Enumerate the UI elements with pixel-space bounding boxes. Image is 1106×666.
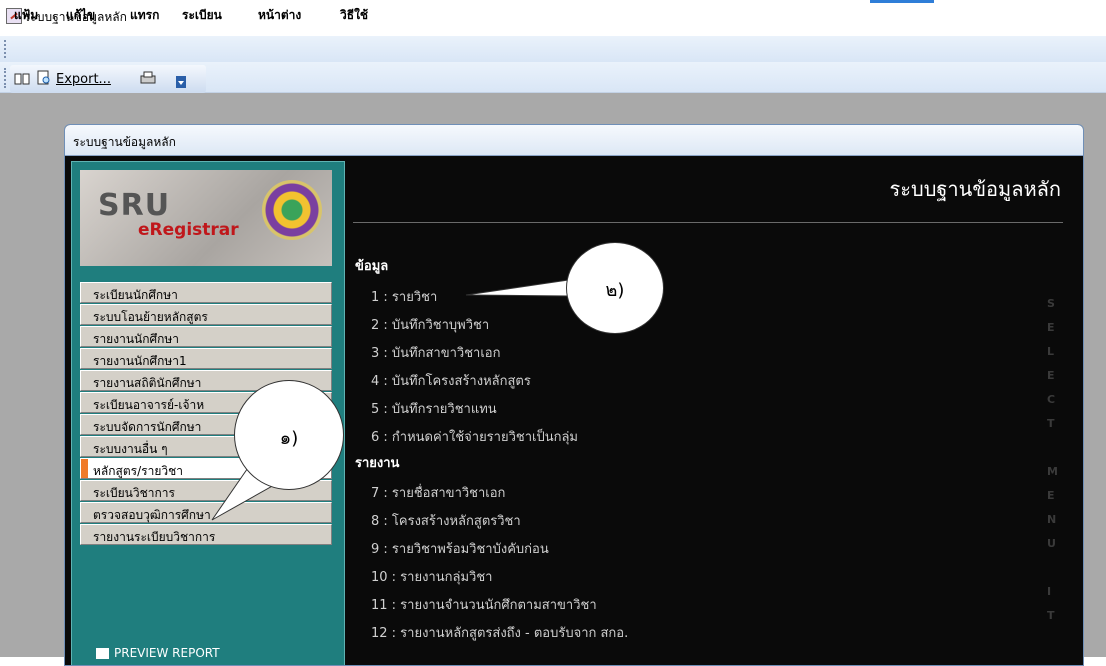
nav-qualification-check[interactable]: ตรวจสอบวุฒิการศึกษา	[80, 502, 332, 523]
logo-eregistrar-text: eRegistrar	[138, 220, 239, 240]
menu-item-major-list[interactable]: 7 : รายชื่อสาขาวิชาเอก	[371, 482, 505, 503]
university-seal-icon	[262, 180, 322, 240]
menu-item-prerequisite-report[interactable]: 9 : รายวิชาพร้อมวิชาบังคับก่อน	[371, 538, 549, 559]
nav-label: รายงานนักศึกษา1	[93, 354, 187, 368]
nav-marker	[81, 415, 88, 434]
print-preview-icon[interactable]	[36, 70, 52, 86]
vertical-text-letter: L	[1047, 345, 1055, 358]
nav-curriculum-transfer[interactable]: ระบบโอนย้ายหลักสูตร	[80, 304, 332, 325]
menu-window[interactable]: หน้าต่าง	[258, 6, 301, 25]
menu-help[interactable]: วิธีใช้	[340, 6, 368, 25]
menu-item-substitute-courses[interactable]: 5 : บันทึกรายวิชาแทน	[371, 398, 497, 419]
nav-label: หลักสูตร/รายวิชา	[93, 464, 183, 478]
logo-sru-text: SRU	[98, 188, 171, 223]
vertical-text-letter: E	[1047, 321, 1055, 334]
vertical-text-letter: I	[1047, 585, 1052, 598]
preview-report-label: PREVIEW REPORT	[114, 646, 220, 660]
menu-item-ohec-report[interactable]: 12 : รายงานหลักสูตรส่งถึง - ตอบรับจาก สก…	[371, 622, 628, 643]
toolbar-grip[interactable]	[4, 68, 8, 88]
nav-marker	[81, 305, 88, 324]
nav-label: ระบบโอนย้ายหลักสูตร	[93, 310, 208, 324]
nav-student-report[interactable]: รายงานนักศึกษา	[80, 326, 332, 347]
menubar-grip[interactable]	[4, 40, 8, 58]
menu-panel-title: ระบบฐานข้อมูลหลัก	[889, 177, 1061, 201]
vertical-text-letter: M	[1047, 465, 1058, 478]
window-title-bar	[0, 0, 1106, 36]
nav-marker	[81, 481, 88, 500]
child-window-title: ระบบฐานข้อมูลหลัก	[73, 135, 176, 149]
nav-label: ตรวจสอบวุฒิการศึกษา	[93, 508, 211, 522]
nav-label: ระเบียนอาจารย์-เจ้าห	[93, 398, 205, 412]
callout-1: ๑)	[234, 380, 344, 490]
nav-marker	[81, 327, 88, 346]
vertical-text-letter: N	[1047, 513, 1057, 526]
nav-label: ระบบจัดการนักศึกษา	[93, 420, 202, 434]
menu-item-student-count-report[interactable]: 11 : รายงานจำนวนนักศึกตามสาขาวิชา	[371, 594, 597, 615]
callout-2-text: ๒)	[605, 280, 625, 301]
nav-label: รายงานระเบียบวิชาการ	[93, 530, 216, 544]
menu-item-curriculum-structure-report[interactable]: 8 : โครงสร้างหลักสูตรวิชา	[371, 510, 521, 531]
nav-marker	[81, 525, 88, 544]
nav-marker	[81, 437, 88, 456]
child-window-title-bar[interactable]	[65, 125, 1083, 156]
export-button[interactable]: Export...	[56, 72, 111, 87]
nav-label: ระเบียนนักศึกษา	[93, 288, 178, 302]
nav-label: ระเบียนวิชาการ	[93, 486, 175, 500]
vertical-text-letter: E	[1047, 489, 1055, 502]
menu-item-courses[interactable]: 1 : รายวิชา	[371, 286, 437, 307]
vertical-text-letter: E	[1047, 369, 1055, 382]
menu-item-curriculum-structure[interactable]: 4 : บันทึกโครงสร้างหลักสูตร	[371, 370, 531, 391]
nav-label: รายงานสถิตินักศึกษา	[93, 376, 202, 390]
menu-item-majors[interactable]: 3 : บันทึกสาขาวิชาเอก	[371, 342, 500, 363]
callout-2: ๒)	[566, 242, 664, 334]
sru-logo: SRU eRegistrar	[80, 170, 332, 266]
nav-marker	[81, 503, 88, 522]
child-window: ระบบฐานข้อมูลหลัก SRU eRegistrar ระเบียน…	[64, 124, 1084, 666]
menu-bar	[0, 36, 1106, 62]
vertical-text-letter: T	[1047, 609, 1055, 622]
nav-marker	[81, 371, 88, 390]
nav-marker	[81, 393, 88, 412]
preview-report-checkbox[interactable]	[96, 648, 109, 659]
nav-label: ระบบงานอื่น ๆ	[93, 442, 168, 456]
nav-marker	[81, 349, 88, 368]
nav-academic-rules-report[interactable]: รายงานระเบียบวิชาการ	[80, 524, 332, 545]
menu-file[interactable]: แฟ้ม	[14, 6, 38, 25]
vertical-text-letter: T	[1047, 417, 1055, 430]
menu-records[interactable]: ระเบียน	[182, 6, 222, 25]
section-header-reports: รายงาน	[355, 456, 400, 471]
title-divider	[353, 222, 1063, 223]
menu-item-course-group-report[interactable]: 10 : รายงานกลุ่มวิชา	[371, 566, 492, 587]
section-header-data: ข้อมูล	[355, 259, 389, 274]
vertical-text-letter: U	[1047, 537, 1056, 550]
nav-label: รายงานนักศึกษา	[93, 332, 180, 346]
nav-student-records[interactable]: ระเบียนนักศึกษา	[80, 282, 332, 303]
vertical-text-letter: C	[1047, 393, 1056, 406]
menu-insert[interactable]: แทรก	[130, 6, 159, 25]
title-accent-line	[870, 0, 934, 3]
nav-active-marker	[81, 459, 88, 478]
open-book-icon[interactable]	[14, 71, 30, 87]
nav-marker	[81, 283, 88, 302]
menu-edit[interactable]: แก้ไข	[66, 6, 95, 25]
nav-student-report-1[interactable]: รายงานนักศึกษา1	[80, 348, 332, 369]
vertical-text-letter: S	[1047, 297, 1055, 310]
callout-1-text: ๑)	[279, 428, 299, 449]
menu-item-prerequisites[interactable]: 2 : บันทึกวิชาบุพวิชา	[371, 314, 489, 335]
toolbar-options-icon[interactable]	[176, 76, 186, 88]
printer-icon[interactable]	[140, 70, 156, 86]
menu-item-group-fees[interactable]: 6 : กำหนดค่าใช้จ่ายรายวิชาเป็นกลุ่ม	[371, 426, 578, 447]
